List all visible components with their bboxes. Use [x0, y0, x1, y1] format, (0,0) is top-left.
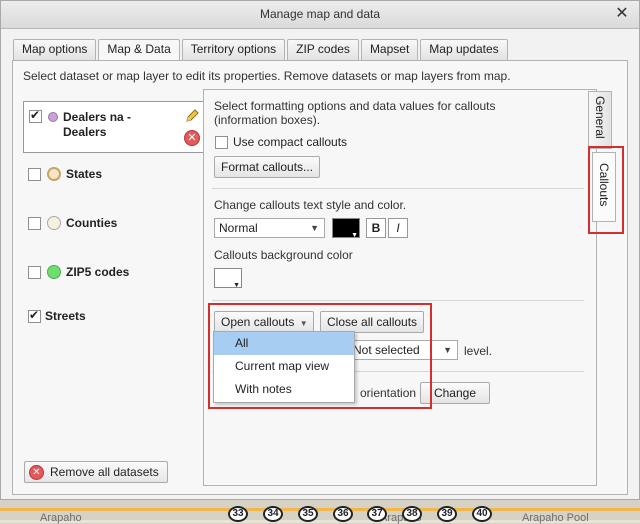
tab-mapset[interactable]: Mapset — [360, 39, 419, 60]
dropdown-arrow-icon: ▼ — [233, 282, 240, 289]
menu-item-current-map-view[interactable]: Current map view — [214, 355, 354, 378]
map-and-data-panel: Select dataset or map layer to edit its … — [12, 60, 628, 495]
highway-shield-icon: 33 — [228, 506, 248, 522]
callouts-intro-line1: Select formatting options and data value… — [214, 99, 496, 113]
vtab-callouts-label: Callouts — [597, 163, 611, 207]
dataset-dealers[interactable]: Dealers na - Dealers ✕ — [23, 101, 205, 153]
callout-level-value: Not selected — [353, 343, 420, 357]
chevron-down-icon: ▼ — [299, 319, 308, 328]
dropdown-arrow-icon: ▼ — [351, 232, 358, 239]
counties-layer-dot-icon — [47, 216, 61, 230]
tab-zip-codes[interactable]: ZIP codes — [287, 39, 359, 60]
callouts-properties-panel: Select formatting options and data value… — [203, 89, 597, 486]
edit-pencil-icon[interactable] — [184, 108, 200, 124]
zip5-layer-dot-icon — [47, 265, 61, 279]
change-orientation-button[interactable]: Change — [420, 382, 490, 404]
dataset-dealers-label-line2: Dealers — [63, 125, 107, 139]
level-suffix: level. — [464, 344, 493, 358]
italic-button[interactable]: I — [388, 218, 408, 238]
compact-callouts-checkbox[interactable] — [215, 135, 228, 149]
open-callouts-label: Open callouts — [221, 315, 295, 329]
dataset-streets-checkbox[interactable] — [28, 308, 41, 323]
remove-all-icon: ✕ — [29, 464, 44, 480]
dialog-titlebar: Manage map and data ✕ — [1, 1, 639, 29]
dataset-states[interactable]: States — [23, 163, 102, 185]
text-color-swatch[interactable]: ▼ — [332, 218, 360, 239]
section-divider — [212, 188, 584, 189]
vtab-callouts[interactable]: Callouts — [592, 152, 616, 222]
tab-map-options[interactable]: Map options — [13, 39, 97, 60]
highway-shield-icon: 37 — [367, 506, 387, 522]
manage-map-dialog: Manage map and data ✕ Map options Map & … — [0, 0, 640, 500]
format-callouts-button[interactable]: Format callouts... — [214, 156, 321, 178]
background-color-swatch[interactable]: ▼ — [214, 268, 242, 289]
map-street-label: Arapaho — [40, 512, 82, 524]
dialog-title: Manage map and data — [259, 7, 381, 21]
section-divider — [212, 300, 584, 301]
tab-bar: Map options Map & Data Territory options… — [13, 39, 510, 61]
open-callouts-menu: All Current map view With notes — [213, 331, 355, 403]
font-style-value: Normal — [219, 221, 258, 235]
vtab-general[interactable]: General — [588, 91, 612, 149]
dataset-dealers-label: Dealers na - Dealers — [63, 110, 131, 140]
dataset-counties[interactable]: Counties — [23, 212, 117, 234]
callout-level-select[interactable]: Not selected ▼ — [348, 340, 458, 360]
bold-button[interactable]: B — [366, 218, 386, 238]
dataset-dealers-checkbox[interactable] — [29, 108, 42, 123]
dataset-zip5[interactable]: ZIP5 codes — [23, 261, 129, 283]
font-style-select[interactable]: Normal ▼ — [214, 218, 325, 238]
dataset-zip5-label: ZIP5 codes — [66, 264, 130, 279]
vtab-general-label: General — [593, 96, 607, 139]
highway-shield-icon: 39 — [437, 506, 457, 522]
dataset-dealers-label-line1: Dealers na - — [63, 110, 132, 124]
tab-map-updates[interactable]: Map updates — [420, 39, 508, 60]
menu-item-all[interactable]: All — [214, 332, 354, 355]
dataset-counties-checkbox[interactable] — [28, 216, 41, 230]
highway-shield-icon: 35 — [298, 506, 318, 522]
dealers-layer-dot-icon — [48, 112, 58, 122]
map-background[interactable]: Arapaho Arapaho Arapaho Pool 33 34 35 36… — [0, 500, 640, 524]
dataset-counties-label: Counties — [66, 215, 118, 230]
dataset-states-checkbox[interactable] — [28, 167, 41, 181]
open-callouts-button[interactable]: Open callouts ▼ — [214, 311, 314, 333]
tab-territory-options[interactable]: Territory options — [181, 39, 286, 60]
orientation-label: orientation — [360, 386, 417, 400]
chevron-down-icon: ▼ — [443, 345, 452, 355]
tab-map-and-data[interactable]: Map & Data — [98, 39, 180, 61]
dataset-states-label: States — [66, 166, 103, 181]
callouts-intro-line2: (information boxes). — [214, 113, 321, 127]
remove-all-label: Remove all datasets — [50, 465, 159, 479]
states-layer-dot-icon — [47, 167, 61, 181]
callouts-intro: Select formatting options and data value… — [214, 99, 496, 127]
highway-shield-icon: 34 — [263, 506, 283, 522]
panel-intro: Select dataset or map layer to edit its … — [23, 69, 511, 83]
highway-shield-icon: 36 — [333, 506, 353, 522]
highway-shield-icon: 38 — [402, 506, 422, 522]
remove-all-datasets-button[interactable]: ✕ Remove all datasets — [24, 461, 168, 483]
map-road — [0, 508, 640, 511]
dataset-streets[interactable]: Streets — [23, 305, 86, 327]
close-icon[interactable]: ✕ — [613, 5, 631, 23]
map-street-label: Arapaho Pool — [522, 512, 589, 524]
dataset-streets-label: Streets — [45, 308, 86, 323]
chevron-down-icon: ▼ — [310, 223, 319, 233]
remove-dataset-icon[interactable]: ✕ — [184, 130, 200, 146]
text-style-label: Change callouts text style and color. — [214, 198, 407, 212]
highway-shield-icon: 40 — [472, 506, 492, 522]
compact-callouts-label: Use compact callouts — [233, 135, 348, 149]
compact-callouts-option[interactable]: Use compact callouts — [215, 135, 347, 149]
menu-item-with-notes[interactable]: With notes — [214, 378, 354, 401]
dataset-zip5-checkbox[interactable] — [28, 265, 41, 279]
close-all-callouts-button[interactable]: Close all callouts — [320, 311, 425, 333]
background-color-label: Callouts background color — [214, 248, 353, 262]
